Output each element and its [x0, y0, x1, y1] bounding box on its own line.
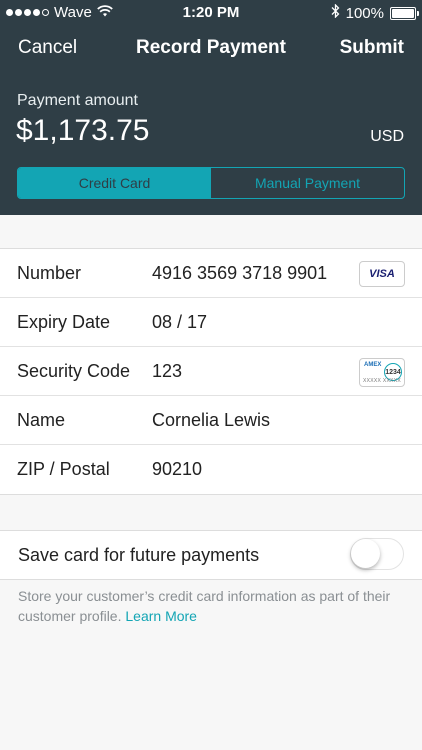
battery-icon — [390, 6, 419, 20]
security-code-label: Security Code — [17, 361, 131, 381]
payment-method-segmented-control: Credit Card Manual Payment — [17, 167, 405, 199]
save-card-row: Save card for future payments — [0, 530, 422, 580]
payment-amount-label: Payment amount — [17, 92, 138, 109]
card-number-row[interactable]: Number 4916 3569 3718 9901 VISA — [0, 249, 422, 298]
zip-postal-row[interactable]: ZIP / Postal 90210 — [0, 445, 422, 494]
amex-mask-text: XXXXX XXXXX — [363, 378, 402, 384]
segment-manual-payment[interactable]: Manual Payment — [211, 168, 404, 198]
cardholder-name-field[interactable]: Cornelia Lewis — [152, 410, 270, 431]
amex-brand-text: AMEX — [364, 362, 382, 368]
security-code-field[interactable]: 123 — [152, 361, 182, 382]
expiry-date-row[interactable]: Expiry Date 08 / 17 — [0, 298, 422, 347]
bluetooth-icon — [331, 3, 340, 22]
save-card-label: Save card for future payments — [18, 545, 260, 565]
expiry-date-label: Expiry Date — [17, 312, 111, 332]
security-code-row[interactable]: Security Code 123 AMEX 1234 XXXXX XXXXX — [0, 347, 422, 396]
zip-postal-field[interactable]: 90210 — [152, 459, 202, 480]
header: Wave 1:20 PM 100% Cancel Record Payment … — [0, 0, 422, 215]
expiry-date-field[interactable]: 08 / 17 — [152, 312, 207, 333]
card-form: Number 4916 3569 3718 9901 VISA Expiry D… — [0, 248, 422, 495]
zip-postal-label: ZIP / Postal — [17, 459, 110, 479]
learn-more-link[interactable]: Learn More — [125, 608, 197, 624]
status-right: 100% — [331, 3, 419, 22]
save-card-toggle[interactable] — [350, 538, 404, 570]
cardholder-name-label: Name — [17, 410, 66, 430]
toggle-knob — [351, 539, 380, 568]
navigation-bar: Cancel Record Payment Submit — [0, 24, 422, 72]
status-bar: Wave 1:20 PM 100% — [0, 0, 422, 24]
amex-cvv-icon: AMEX 1234 XXXXX XXXXX — [359, 358, 405, 387]
payment-amount-value: $1,173.75 — [16, 114, 150, 147]
currency-label[interactable]: USD — [370, 128, 404, 146]
battery-percentage: 100% — [345, 4, 384, 22]
segment-credit-card[interactable]: Credit Card — [18, 168, 211, 198]
footnote-text: Store your customer’s credit card inform… — [18, 588, 391, 624]
card-number-label: Number — [17, 263, 82, 283]
submit-button[interactable]: Submit — [340, 37, 404, 59]
cardholder-name-row[interactable]: Name Cornelia Lewis — [0, 396, 422, 445]
visa-card-icon: VISA — [359, 261, 405, 287]
save-card-footnote: Store your customer’s credit card inform… — [18, 586, 408, 626]
card-number-field[interactable]: 4916 3569 3718 9901 — [152, 263, 327, 284]
